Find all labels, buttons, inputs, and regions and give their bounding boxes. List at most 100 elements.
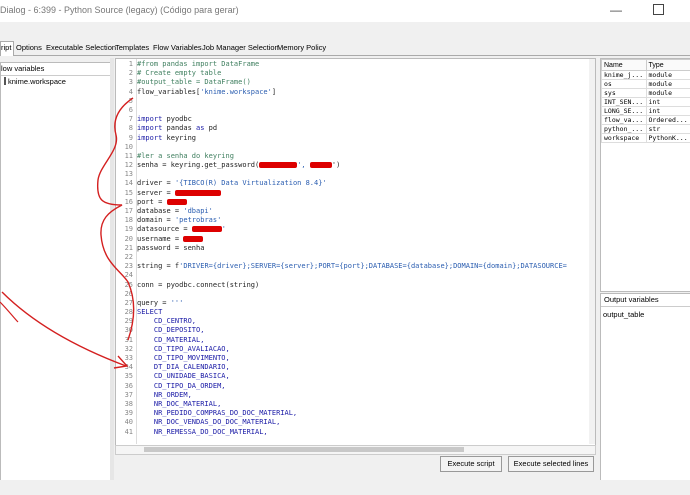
code-line[interactable]: 4 flow_variables['knime.workspace'] [116, 88, 595, 97]
code-line[interactable]: 36 CD_TIPO_DA_ORDEM, [116, 382, 595, 391]
code-line[interactable]: 12 senha = keyring.get_password(', ') [116, 161, 595, 170]
code-line[interactable]: 24 [116, 271, 595, 280]
execute-script-button[interactable]: Execute script [440, 456, 502, 472]
line-number: 1 [128, 60, 133, 68]
variable-name-cell: workspace [601, 133, 647, 143]
code-line[interactable]: 20 username = [116, 235, 595, 244]
code-line[interactable]: 19 datasource = ' [116, 225, 595, 234]
line-number: 25 [124, 280, 133, 289]
code-line[interactable]: 21 password = senha [116, 244, 595, 253]
code-line[interactable]: 31 CD_MATERIAL, [116, 336, 595, 345]
code-line[interactable]: 10 [116, 143, 595, 152]
code-line[interactable]: 35 CD_UNIDADE_BASICA, [116, 372, 595, 381]
table-row[interactable]: LONG_SE... int [601, 106, 690, 116]
column-header-name[interactable]: Name [601, 59, 647, 71]
tab-executable-selection[interactable]: Executable Selection [46, 43, 116, 52]
minimize-icon[interactable]: — [610, 3, 622, 17]
tab-job-manager-selection[interactable]: Job Manager Selection [202, 43, 279, 52]
code-line[interactable]: 16 port = [116, 198, 595, 207]
line-number: 6 [128, 105, 133, 114]
editor-horizontal-scrollbar[interactable] [115, 445, 596, 455]
table-row[interactable]: flow_va... Ordered... [601, 115, 690, 125]
scrollbar-thumb[interactable] [144, 447, 464, 452]
code-line[interactable]: 28 SELECT [116, 308, 595, 317]
tab-options[interactable]: Options [16, 43, 42, 52]
redaction-mark [191, 226, 222, 233]
tab-flow-variables[interactable]: Flow Variables [153, 43, 202, 52]
execute-selected-lines-button[interactable]: Execute selected lines [508, 456, 594, 472]
line-number: 38 [124, 399, 133, 408]
code-editor[interactable]: 1 #from pandas import DataFrame 2 # Create … [115, 58, 596, 447]
code-line[interactable]: 32 CD_TIPO_AVALIACAO, [116, 345, 595, 354]
code-line[interactable]: 29 CD_CENTRO, [116, 317, 595, 326]
code-line[interactable]: 17 database = 'dbapi' [116, 207, 595, 216]
code-line[interactable]: 23 string = f'DRIVER={driver};SERVER={ser… [116, 262, 595, 271]
code-line[interactable]: 3 #output_table = DataFrame() [116, 78, 595, 87]
line-number: 39 [124, 409, 133, 418]
code-line[interactable]: 22 [116, 253, 595, 262]
code-line[interactable]: 14 driver = '{TIBCO(R) Data Virtualizatio… [116, 179, 595, 188]
redaction-mark [259, 162, 298, 169]
code-line[interactable]: 6 [116, 106, 595, 115]
tab-memory-policy[interactable]: Memory Policy [277, 43, 326, 52]
line-number: 10 [124, 142, 133, 151]
code-line[interactable]: 41 NR_REMESSA_DO_DOC_MATERIAL, [116, 428, 595, 437]
line-number: 19 [124, 225, 133, 234]
code-line[interactable]: 40 NR_DOC_VENDAS_DO_DOC_MATERIAL, [116, 418, 595, 427]
code-line[interactable]: 2 # Create empty table [116, 69, 595, 78]
tab-script[interactable]: ript [0, 41, 15, 56]
code-lines[interactable]: 1 #from pandas import DataFrame 2 # Create … [116, 60, 595, 437]
code-token: query = [137, 298, 171, 307]
code-token: ') [331, 161, 341, 170]
code-line[interactable]: 9 import keyring [116, 134, 595, 143]
line-number: 22 [124, 252, 133, 261]
line-number: 3 [128, 78, 133, 87]
left-splitter[interactable] [110, 58, 114, 480]
line-number: 37 [124, 390, 133, 399]
table-row[interactable]: python_... str [601, 124, 690, 134]
code-token: NR_PEDIDO_COMPRAS_DO_DOC_MATERIAL, [137, 409, 298, 418]
tab-templates[interactable]: Templates [115, 43, 149, 52]
table-row[interactable]: INT_SEN... int [601, 97, 690, 107]
code-line[interactable]: 8 import pandas as pd [116, 124, 595, 133]
line-number: 21 [124, 243, 133, 252]
table-row[interactable]: os module [601, 79, 690, 89]
code-line[interactable]: 18 domain = 'petrobras' [116, 216, 595, 225]
code-line[interactable]: 15 server = [116, 189, 595, 198]
code-line[interactable]: 34 DT_DIA_CALENDARIO, [116, 363, 595, 372]
output-variable-item[interactable]: output_table [601, 310, 690, 319]
code-token: import [137, 124, 163, 133]
line-number: 40 [124, 418, 133, 427]
line-number: 2 [128, 69, 133, 78]
code-line[interactable]: 25 conn = pyodbc.connect(string) [116, 281, 595, 290]
code-line[interactable]: 1 #from pandas import DataFrame [116, 60, 595, 69]
code-line[interactable]: 33 CD_TIPO_MOVIMENTO, [116, 354, 595, 363]
code-token: NR_ORDEM, [137, 390, 192, 399]
line-number: 28 [124, 308, 133, 317]
table-row[interactable]: knime_j... module [601, 70, 690, 80]
code-token: NR_DOC_MATERIAL, [137, 399, 222, 408]
column-header-type[interactable]: Type [645, 59, 690, 71]
code-line[interactable]: 39 NR_PEDIDO_COMPRAS_DO_DOC_MATERIAL, [116, 409, 595, 418]
flow-variable-item[interactable]: knime.workspace [1, 77, 110, 86]
table-row[interactable]: sys module [601, 88, 690, 98]
variable-name-cell: knime_j... [601, 70, 647, 80]
table-row[interactable]: workspace PythonK... [601, 133, 690, 143]
code-token: 'dbapi' [183, 207, 213, 215]
editor-vertical-scrollbar[interactable] [589, 59, 595, 444]
code-line[interactable]: 37 NR_ORDEM, [116, 391, 595, 400]
code-token: ', [297, 161, 310, 170]
code-line[interactable]: 13 [116, 170, 595, 179]
code-token: password = senha [137, 243, 205, 252]
code-line[interactable]: 26 [116, 290, 595, 299]
code-line[interactable]: 38 NR_DOC_MATERIAL, [116, 400, 595, 409]
variable-name-cell: INT_SEN... [601, 97, 647, 107]
code-line[interactable]: 5 [116, 97, 595, 106]
code-line[interactable]: 30 CD_DEPOSITO, [116, 326, 595, 335]
code-line[interactable]: 7 import pyodbc [116, 115, 595, 124]
code-token: DT_DIA_CALENDARIO, [137, 363, 230, 372]
code-line[interactable]: 27 query = ''' [116, 299, 595, 308]
code-token: CD_MATERIAL, [137, 335, 205, 344]
maximize-icon[interactable] [653, 4, 664, 15]
code-line[interactable]: 11 #ler a senha do keyring [116, 152, 595, 161]
